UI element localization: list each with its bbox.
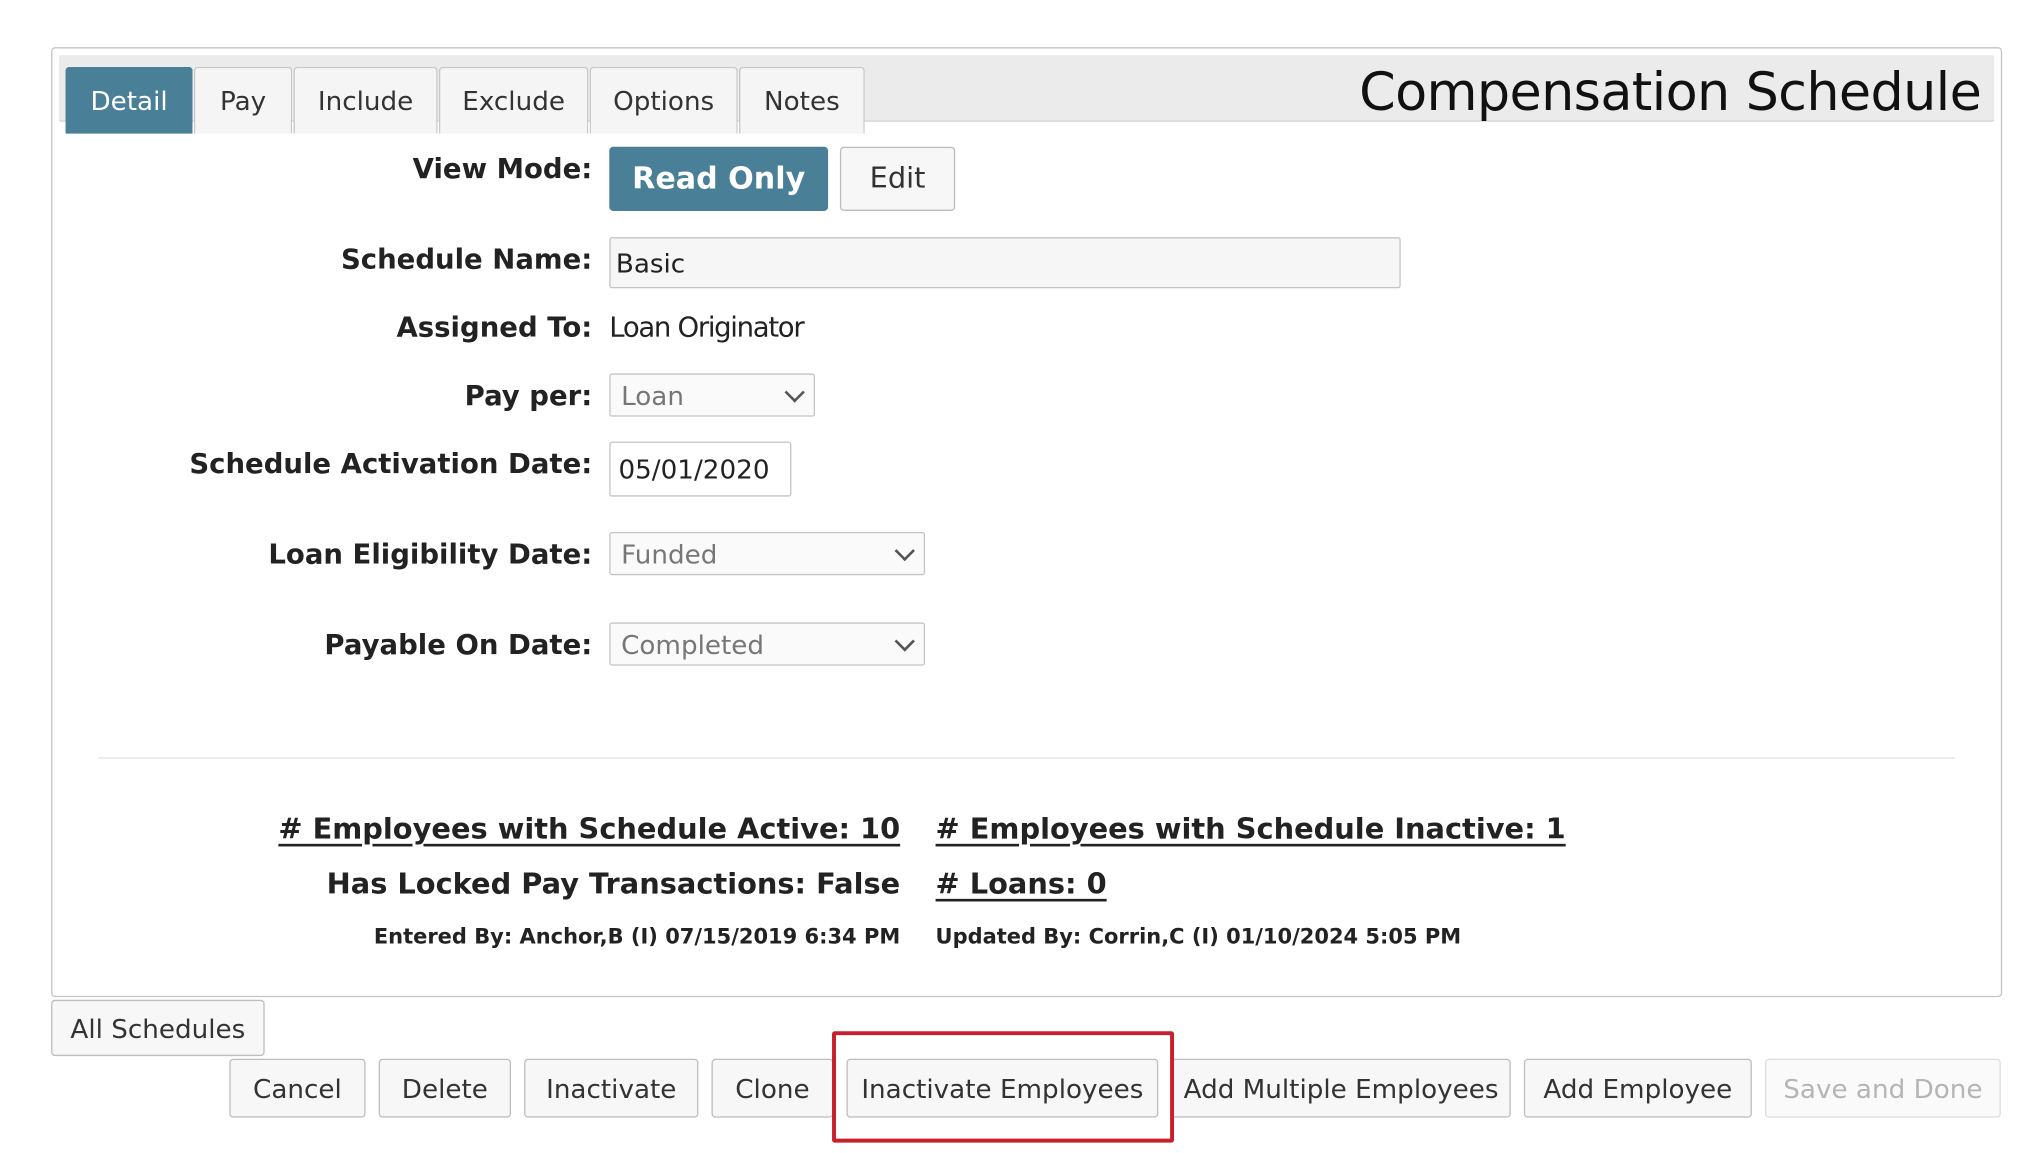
eligibility-value: Funded xyxy=(621,537,718,570)
payable-select[interactable]: Completed xyxy=(609,622,926,666)
payable-value: Completed xyxy=(621,628,765,660)
chevron-down-icon xyxy=(784,381,805,402)
pay-per-select[interactable]: Loan xyxy=(609,373,816,417)
tab-pay[interactable]: Pay xyxy=(193,66,293,134)
tab-include[interactable]: Include xyxy=(293,66,438,134)
tab-options[interactable]: Options xyxy=(589,66,738,134)
tab-detail[interactable]: Detail xyxy=(65,66,193,134)
cancel-button[interactable]: Cancel xyxy=(229,1058,366,1118)
tab-notes[interactable]: Notes xyxy=(739,66,865,134)
highlight-box xyxy=(832,1031,1175,1143)
chevron-down-icon xyxy=(894,540,915,561)
page-title: Compensation Schedule xyxy=(1359,62,1982,124)
divider xyxy=(98,757,1955,759)
payable-label: Payable On Date: xyxy=(324,628,593,661)
assigned-to-value: Loan Originator xyxy=(609,311,804,344)
chevron-down-icon xyxy=(894,630,915,651)
pay-per-value: Loan xyxy=(621,379,684,411)
entered-by-text: Entered By: Anchor,B (I) 07/15/2019 6:34… xyxy=(373,923,901,949)
assigned-to-label: Assigned To: xyxy=(396,311,593,344)
activation-date-input[interactable]: 05/01/2020 xyxy=(609,441,792,497)
add-multiple-employees-button[interactable]: Add Multiple Employees xyxy=(1171,1058,1511,1118)
tab-bar: Detail Pay Include Exclude Options Notes… xyxy=(58,55,1995,134)
eligibility-select[interactable]: Funded xyxy=(609,531,926,576)
clone-button[interactable]: Clone xyxy=(711,1058,834,1118)
app-root: Detail Pay Include Exclude Options Notes… xyxy=(0,0,2044,1153)
delete-button[interactable]: Delete xyxy=(378,1058,512,1118)
tab-exclude[interactable]: Exclude xyxy=(438,66,589,134)
loans-link[interactable]: # Loans: 0 xyxy=(936,869,1107,902)
inactivate-button[interactable]: Inactivate xyxy=(524,1058,699,1118)
updated-by-text: Updated By: Corrin,C (I) 01/10/2024 5:05… xyxy=(935,923,1462,949)
all-schedules-button[interactable]: All Schedules xyxy=(51,999,265,1057)
eligibility-label: Loan Eligibility Date: xyxy=(268,538,593,570)
schedule-name-label: Schedule Name: xyxy=(340,243,593,276)
active-employees-link[interactable]: # Employees with Schedule Active: 10 xyxy=(278,814,900,847)
add-employee-button[interactable]: Add Employee xyxy=(1523,1058,1752,1118)
read-only-button[interactable]: Read Only xyxy=(609,146,829,211)
view-mode-label: View Mode: xyxy=(412,153,593,185)
schedule-name-input[interactable]: Basic xyxy=(609,237,1401,289)
schedule-panel: Detail Pay Include Exclude Options Notes… xyxy=(51,47,2003,998)
pay-per-label: Pay per: xyxy=(464,379,593,412)
inactive-employees-link[interactable]: # Employees with Schedule Inactive: 1 xyxy=(936,814,1566,847)
save-and-done-button[interactable]: Save and Done xyxy=(1764,1058,2001,1118)
locked-transactions-text: Has Locked Pay Transactions: False xyxy=(326,868,901,902)
edit-button[interactable]: Edit xyxy=(839,146,956,211)
activation-date-label: Schedule Activation Date: xyxy=(189,448,593,480)
